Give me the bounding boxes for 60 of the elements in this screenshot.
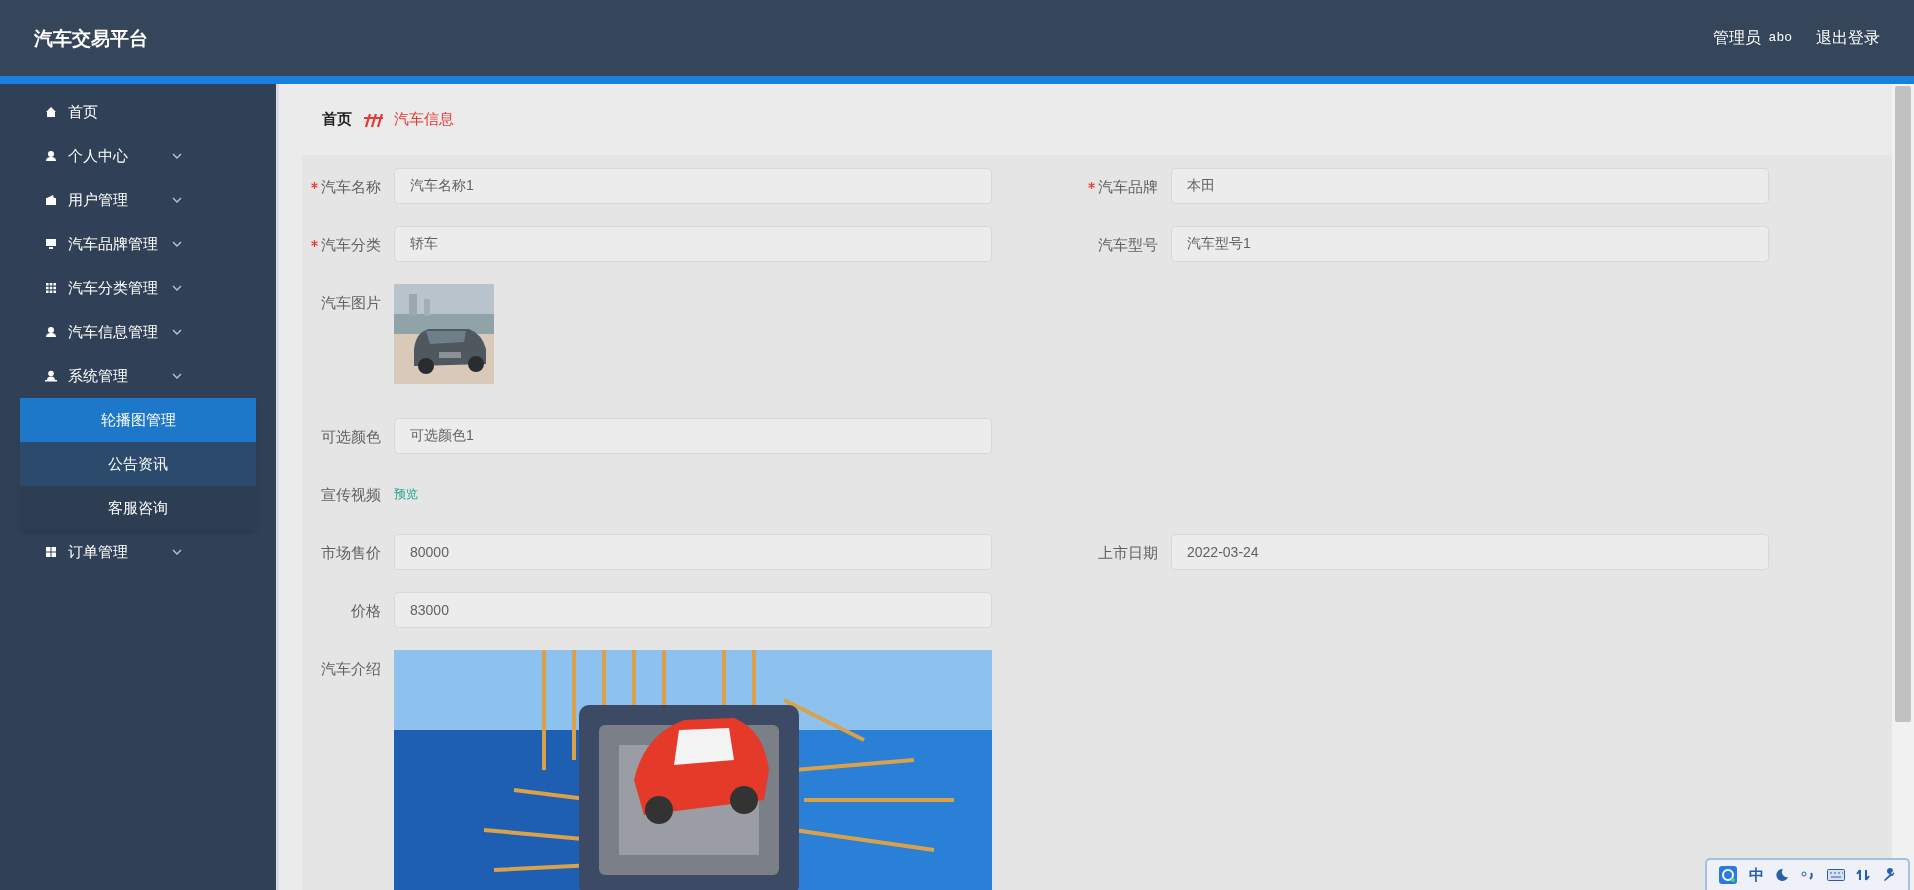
breadcrumb-link[interactable]: 汽车信息 xyxy=(394,108,454,131)
user-icon xyxy=(45,150,57,162)
input-field[interactable]: 轿车 xyxy=(394,226,992,262)
breadcrumb-link[interactable]: 首页 xyxy=(322,108,352,131)
sidebar-item[interactable]: 订单管理 xyxy=(0,530,276,574)
input-field[interactable]: 汽车型号1 xyxy=(1171,226,1769,262)
user-name: abo xyxy=(1768,29,1792,48)
chevron-down-icon xyxy=(172,153,182,159)
field-label: 市场售价 xyxy=(321,543,381,563)
sidebar-item[interactable]: 汽车信息管理 xyxy=(0,310,276,354)
grid-icon xyxy=(45,546,57,558)
monitor-icon xyxy=(45,238,57,250)
field-label: 汽车品牌 xyxy=(1098,177,1158,197)
scrollbar[interactable] xyxy=(1892,84,1914,890)
home-icon xyxy=(45,106,57,118)
submenu-item[interactable]: 客服咨询 xyxy=(20,486,256,530)
user-icon xyxy=(45,326,57,338)
app-logo-icon xyxy=(1718,866,1737,884)
field-label: 汽车介绍 xyxy=(321,659,381,679)
moon-icon xyxy=(1775,868,1790,882)
chevron-down-icon xyxy=(172,285,182,291)
field-label: 汽车名称 xyxy=(321,177,381,197)
field-label: 汽车分类 xyxy=(321,235,381,255)
chevron-down-icon xyxy=(172,373,182,379)
input-mode-toggle[interactable]: 中 xyxy=(1748,863,1764,887)
input-field[interactable]: 80000 xyxy=(394,534,992,570)
input-field[interactable]: 本田 xyxy=(1171,168,1769,204)
field-label: 上市日期 xyxy=(1098,543,1158,563)
field-label: 价格 xyxy=(351,601,381,621)
input-field[interactable]: 汽车名称1 xyxy=(394,168,992,204)
field-label: 可选颜色 xyxy=(321,427,381,447)
input-field[interactable]: 可选颜色1 xyxy=(394,418,992,454)
punctuation-icon xyxy=(1800,868,1815,882)
keyboard-icon xyxy=(1826,869,1845,881)
sidebar-item[interactable]: 首页 xyxy=(0,90,276,134)
field-label: 汽车图片 xyxy=(321,293,381,313)
input-field[interactable]: 83000 xyxy=(394,592,992,628)
user-badge-icon xyxy=(45,370,57,382)
field-label: 宣传视频 xyxy=(321,485,381,505)
logout-link[interactable]: 退出登录 xyxy=(1816,26,1880,50)
separator-icon xyxy=(362,111,384,128)
app-title: 汽车交易平台 xyxy=(34,25,148,51)
sidebar-item[interactable]: 汽车品牌管理 xyxy=(0,222,276,266)
sidebar-item[interactable]: 用户管理 xyxy=(0,178,276,222)
submenu-item[interactable]: 轮播图管理 xyxy=(20,398,256,442)
grid-icon xyxy=(45,282,57,294)
sidebar-item[interactable]: 个人中心 xyxy=(0,134,276,178)
submenu-item[interactable]: 公告资讯 xyxy=(20,442,256,486)
chevron-down-icon xyxy=(172,241,182,247)
chevron-down-icon xyxy=(172,329,182,335)
input-field[interactable]: 2022-03-24 xyxy=(1171,534,1769,570)
wrench-icon xyxy=(1882,868,1897,882)
sidebar-item[interactable]: 汽车分类管理 xyxy=(0,266,276,310)
chevron-down-icon xyxy=(172,549,182,555)
field-label: 汽车型号 xyxy=(1098,235,1158,255)
tool-icon xyxy=(1856,868,1871,882)
chevron-down-icon xyxy=(172,197,182,203)
sidebar-item[interactable]: 系统管理 xyxy=(0,354,276,398)
user-role: 管理员 xyxy=(1712,28,1761,48)
wallet-icon xyxy=(45,194,57,206)
